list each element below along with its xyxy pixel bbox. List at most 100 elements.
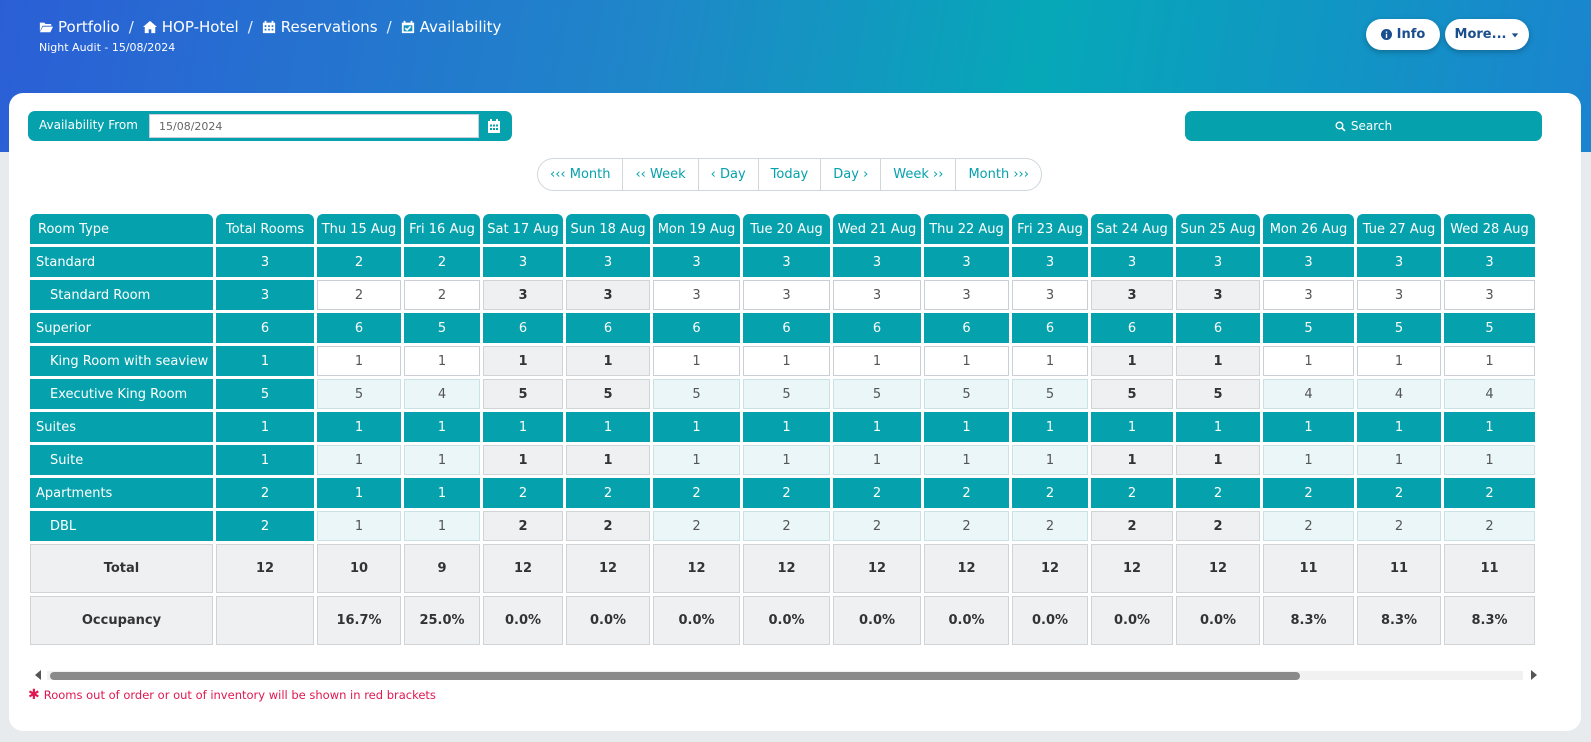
availability-table-container[interactable]: Room Type Total Rooms Thu 15 Aug Fri 16 Aug… <box>30 214 1540 654</box>
availability-cell[interactable]: 2 <box>1357 511 1441 541</box>
next-month-button[interactable]: Month ››› <box>956 159 1040 190</box>
next-week-button[interactable]: Week ›› <box>881 159 957 190</box>
availability-cell[interactable]: 1 <box>653 445 740 475</box>
availability-cell[interactable]: 1 <box>317 478 401 508</box>
availability-cell[interactable]: 4 <box>1263 379 1354 409</box>
availability-cell[interactable]: 1 <box>833 412 921 442</box>
availability-cell[interactable]: 3 <box>1357 247 1441 277</box>
more-button[interactable]: More... <box>1445 19 1529 50</box>
availability-cell[interactable]: 1 <box>1263 346 1354 376</box>
availability-cell[interactable]: 5 <box>1263 313 1354 343</box>
availability-cell[interactable]: 1 <box>483 346 563 376</box>
scroll-right-icon[interactable] <box>1531 670 1537 680</box>
availability-cell[interactable]: 1 <box>1444 412 1535 442</box>
availability-cell[interactable]: 1 <box>404 346 480 376</box>
prev-week-button[interactable]: ‹‹ Week <box>623 159 699 190</box>
breadcrumb-reservations[interactable]: Reservations <box>262 18 378 36</box>
availability-cell[interactable]: 2 <box>1263 478 1354 508</box>
availability-cell[interactable]: 2 <box>404 280 480 310</box>
availability-cell[interactable]: 5 <box>1091 379 1173 409</box>
availability-cell[interactable]: 2 <box>833 511 921 541</box>
next-day-button[interactable]: Day › <box>821 159 882 190</box>
availability-cell[interactable]: 3 <box>924 280 1009 310</box>
availability-cell[interactable]: 1 <box>317 445 401 475</box>
availability-cell[interactable]: 2 <box>653 478 740 508</box>
availability-cell[interactable]: 3 <box>566 280 650 310</box>
availability-cell[interactable]: 1 <box>1012 346 1088 376</box>
availability-cell[interactable]: 2 <box>1012 511 1088 541</box>
availability-cell[interactable]: 6 <box>317 313 401 343</box>
availability-cell[interactable]: 1 <box>1176 346 1260 376</box>
availability-cell[interactable]: 2 <box>924 478 1009 508</box>
availability-cell[interactable]: 1 <box>1091 412 1173 442</box>
availability-cell[interactable]: 1 <box>833 445 921 475</box>
availability-cell[interactable]: 3 <box>1357 280 1441 310</box>
availability-cell[interactable]: 1 <box>404 511 480 541</box>
availability-cell[interactable]: 2 <box>743 511 830 541</box>
availability-cell[interactable]: 1 <box>566 346 650 376</box>
availability-cell[interactable]: 1 <box>1444 445 1535 475</box>
availability-cell[interactable]: 5 <box>743 379 830 409</box>
availability-cell[interactable]: 3 <box>1176 280 1260 310</box>
availability-cell[interactable]: 1 <box>1176 445 1260 475</box>
availability-cell[interactable]: 2 <box>1012 478 1088 508</box>
availability-cell[interactable]: 2 <box>743 478 830 508</box>
availability-cell[interactable]: 3 <box>1176 247 1260 277</box>
availability-cell[interactable]: 4 <box>404 379 480 409</box>
availability-cell[interactable]: 1 <box>566 445 650 475</box>
availability-cell[interactable]: 1 <box>1012 445 1088 475</box>
availability-cell[interactable]: 1 <box>317 511 401 541</box>
availability-cell[interactable]: 1 <box>1357 346 1441 376</box>
availability-cell[interactable]: 2 <box>1176 478 1260 508</box>
availability-cell[interactable]: 2 <box>566 478 650 508</box>
availability-cell[interactable]: 6 <box>1091 313 1173 343</box>
availability-cell[interactable]: 1 <box>1263 445 1354 475</box>
availability-cell[interactable]: 1 <box>317 346 401 376</box>
availability-cell[interactable]: 2 <box>1357 478 1441 508</box>
breadcrumb-portfolio[interactable]: Portfolio <box>39 18 120 36</box>
availability-cell[interactable]: 5 <box>483 379 563 409</box>
availability-cell[interactable]: 2 <box>317 247 401 277</box>
availability-cell[interactable]: 1 <box>1176 412 1260 442</box>
availability-cell[interactable]: 3 <box>566 247 650 277</box>
breadcrumb-availability[interactable]: Availability <box>401 18 501 36</box>
availability-cell[interactable]: 3 <box>1444 247 1535 277</box>
availability-cell[interactable]: 2 <box>483 478 563 508</box>
availability-cell[interactable]: 6 <box>566 313 650 343</box>
scrollbar-thumb[interactable] <box>50 672 1300 680</box>
availability-cell[interactable]: 1 <box>653 346 740 376</box>
availability-cell[interactable]: 5 <box>833 379 921 409</box>
availability-cell[interactable]: 5 <box>566 379 650 409</box>
availability-cell[interactable]: 5 <box>1176 379 1260 409</box>
availability-cell[interactable]: 1 <box>924 445 1009 475</box>
availability-cell[interactable]: 3 <box>1263 247 1354 277</box>
availability-cell[interactable]: 3 <box>1012 247 1088 277</box>
availability-cell[interactable]: 5 <box>317 379 401 409</box>
availability-cell[interactable]: 6 <box>483 313 563 343</box>
availability-cell[interactable]: 1 <box>483 445 563 475</box>
horizontal-scrollbar[interactable] <box>30 666 1540 686</box>
availability-cell[interactable]: 1 <box>404 412 480 442</box>
info-button[interactable]: Info <box>1366 19 1440 50</box>
availability-cell[interactable]: 2 <box>1444 478 1535 508</box>
availability-cell[interactable]: 6 <box>924 313 1009 343</box>
availability-cell[interactable]: 3 <box>743 247 830 277</box>
availability-cell[interactable]: 1 <box>743 412 830 442</box>
scroll-left-icon[interactable] <box>35 670 41 680</box>
availability-cell[interactable]: 5 <box>404 313 480 343</box>
availability-cell[interactable]: 6 <box>833 313 921 343</box>
availability-cell[interactable]: 1 <box>1263 412 1354 442</box>
availability-cell[interactable]: 1 <box>1091 346 1173 376</box>
availability-cell[interactable]: 6 <box>743 313 830 343</box>
availability-cell[interactable]: 5 <box>653 379 740 409</box>
availability-cell[interactable]: 3 <box>833 280 921 310</box>
availability-cell[interactable]: 1 <box>566 412 650 442</box>
availability-cell[interactable]: 5 <box>1357 313 1441 343</box>
availability-cell[interactable]: 3 <box>1091 247 1173 277</box>
availability-cell[interactable]: 1 <box>1357 412 1441 442</box>
availability-cell[interactable]: 2 <box>404 247 480 277</box>
availability-cell[interactable]: 3 <box>483 280 563 310</box>
availability-cell[interactable]: 2 <box>653 511 740 541</box>
availability-cell[interactable]: 4 <box>1357 379 1441 409</box>
availability-cell[interactable]: 2 <box>566 511 650 541</box>
